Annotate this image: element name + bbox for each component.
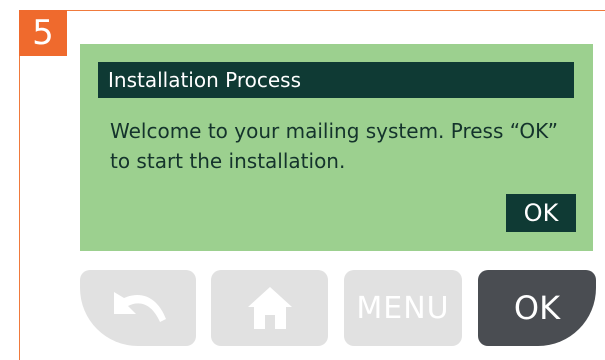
screen-message: Welcome to your mailing system. Press “O… — [110, 119, 559, 173]
device-screen: Installation Process Welcome to your mai… — [80, 44, 593, 251]
home-icon — [247, 287, 292, 329]
screen-title: Installation Process — [98, 62, 574, 98]
step-number-badge: 5 — [19, 10, 67, 56]
home-button[interactable] — [211, 270, 328, 346]
back-arrow-icon — [114, 292, 166, 322]
screen-ok-softkey[interactable]: OK — [506, 194, 576, 232]
menu-button[interactable]: MENU — [344, 270, 462, 346]
